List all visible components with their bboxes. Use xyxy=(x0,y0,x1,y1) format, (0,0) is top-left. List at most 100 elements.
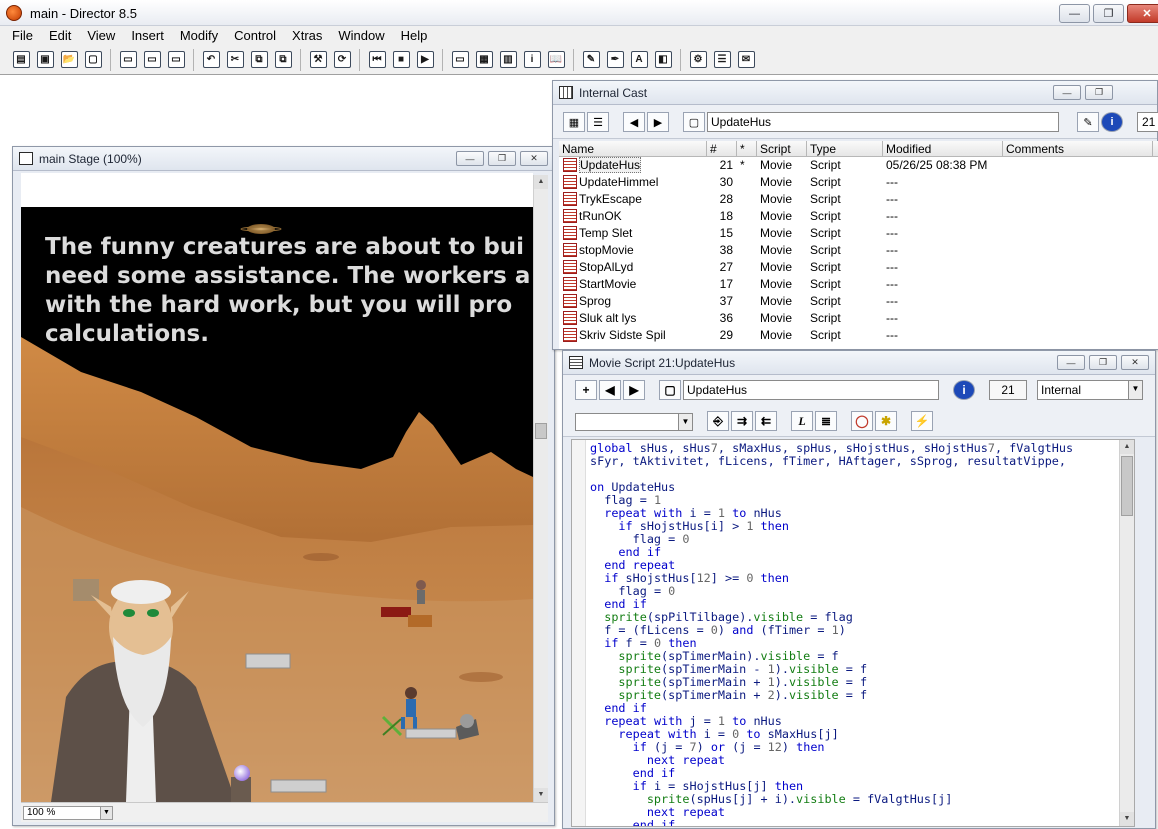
drag-member-icon[interactable]: ▢ xyxy=(659,380,681,400)
cast-row[interactable]: Sluk alt lys 36 Movie Script --- xyxy=(559,310,1158,327)
script-info-icon[interactable]: i xyxy=(953,380,975,400)
chevron-down-icon[interactable]: ▼ xyxy=(100,807,112,819)
alphabetical-lingo-icon[interactable]: ≣ xyxy=(815,411,837,431)
scroll-down-arrow[interactable]: ▼ xyxy=(534,788,548,802)
cast-minimize-button[interactable]: — xyxy=(1053,85,1081,100)
exchange-icon[interactable]: ⟳ xyxy=(331,49,353,71)
scroll-up-arrow[interactable]: ▲ xyxy=(534,175,548,189)
minimize-button[interactable]: — xyxy=(1059,4,1090,23)
previous-script-icon[interactable]: ◀ xyxy=(599,380,621,400)
scroll-thumb[interactable] xyxy=(1121,456,1133,516)
menu-view[interactable]: View xyxy=(79,28,123,43)
cast-member-name-field[interactable]: UpdateHus xyxy=(707,112,1059,132)
lingo-elements-icon[interactable]: L xyxy=(791,411,813,431)
undo-icon[interactable]: ↶ xyxy=(200,49,222,71)
menu-help[interactable]: Help xyxy=(393,28,436,43)
column-header-number[interactable]: # xyxy=(707,141,737,156)
script-maximize-button[interactable]: ❐ xyxy=(1089,355,1117,370)
handler-select[interactable]: ▼ xyxy=(575,413,693,431)
toggle-breakpoint-icon[interactable]: ◯ xyxy=(851,411,873,431)
script-editor[interactable]: global sHus, sHus7, sMaxHus, spHus, sHoj… xyxy=(571,439,1135,827)
save-icon[interactable]: ▭ xyxy=(117,49,139,71)
vector-icon[interactable]: ✒ xyxy=(604,49,626,71)
stage-maximize-button[interactable]: ❐ xyxy=(488,151,516,166)
column-header-modified-flag[interactable]: * xyxy=(737,141,757,156)
script-minimize-button[interactable]: — xyxy=(1057,355,1085,370)
new-cast-icon[interactable]: ▣ xyxy=(34,49,56,71)
cast-row[interactable]: UpdateHimmel 30 Movie Script --- xyxy=(559,174,1158,191)
cast-row[interactable]: Skriv Sidste Spil 29 Movie Script --- xyxy=(559,327,1158,344)
menu-edit[interactable]: Edit xyxy=(41,28,79,43)
scroll-down-arrow[interactable]: ▼ xyxy=(1120,812,1134,826)
next-member-icon[interactable]: ▶ xyxy=(647,112,669,132)
director-app-icon[interactable] xyxy=(6,5,22,21)
column-header-comments[interactable]: Comments xyxy=(1003,141,1153,156)
go-to-handler-icon[interactable]: ⎆ xyxy=(707,411,729,431)
maximize-button[interactable]: ❐ xyxy=(1093,4,1124,23)
cast-row[interactable]: TrykEscape 28 Movie Script --- xyxy=(559,191,1158,208)
previous-member-icon[interactable]: ◀ xyxy=(623,112,645,132)
play-icon[interactable]: ▶ xyxy=(414,49,436,71)
cast-row[interactable]: Temp Slet 15 Movie Script --- xyxy=(559,225,1158,242)
menu-modify[interactable]: Modify xyxy=(172,28,226,43)
cast-row[interactable]: UpdateHus 21 * Movie Script 05/26/25 08:38 PM xyxy=(559,157,1158,174)
shockwave-3d-icon[interactable]: ◧ xyxy=(652,49,674,71)
column-header-type[interactable]: Type xyxy=(807,141,883,156)
cast-icon[interactable]: ▦ xyxy=(473,49,495,71)
member-script-icon[interactable]: ✎ xyxy=(1077,112,1099,132)
menu-control[interactable]: Control xyxy=(226,28,284,43)
scroll-thumb[interactable] xyxy=(535,423,547,439)
script-window-icon[interactable]: ☰ xyxy=(711,49,733,71)
open-icon[interactable]: 📂 xyxy=(58,49,80,71)
menu-insert[interactable]: Insert xyxy=(123,28,172,43)
script-code[interactable]: global sHus, sHus7, sMaxHus, spHus, sHoj… xyxy=(590,442,1073,827)
comment-icon[interactable]: ⇉ xyxy=(731,411,753,431)
menu-file[interactable]: File xyxy=(4,28,41,43)
next-script-icon[interactable]: ▶ xyxy=(623,380,645,400)
script-name-field[interactable]: UpdateHus xyxy=(683,380,939,400)
script-close-button[interactable]: ✕ xyxy=(1121,355,1149,370)
close-button[interactable]: ✕ xyxy=(1127,4,1158,23)
column-header-name[interactable]: Name xyxy=(559,141,707,156)
score-icon[interactable]: ▥ xyxy=(497,49,519,71)
menu-xtras[interactable]: Xtras xyxy=(284,28,330,43)
cast-row[interactable]: tRunOK 18 Movie Script --- xyxy=(559,208,1158,225)
watch-expression-icon[interactable]: ✱ xyxy=(875,411,897,431)
cast-row[interactable]: StopAlLyd 27 Movie Script --- xyxy=(559,259,1158,276)
property-inspector-icon[interactable]: i xyxy=(521,49,543,71)
new-script-icon[interactable]: + xyxy=(575,380,597,400)
uncomment-icon[interactable]: ⇇ xyxy=(755,411,777,431)
recompile-scripts-icon[interactable]: ⚡ xyxy=(911,411,933,431)
column-header-script[interactable]: Script xyxy=(757,141,807,156)
menu-window[interactable]: Window xyxy=(330,28,392,43)
editor-vertical-scrollbar[interactable]: ▲ ▼ xyxy=(1119,440,1134,826)
paste-icon[interactable]: ⧉ xyxy=(272,49,294,71)
cast-row[interactable]: stopMovie 38 Movie Script --- xyxy=(559,242,1158,259)
scroll-up-arrow[interactable]: ▲ xyxy=(1120,440,1134,454)
zoom-select[interactable]: 100 % ▼ xyxy=(23,806,113,820)
behavior-inspector-icon[interactable]: ⚙ xyxy=(687,49,709,71)
text-icon[interactable]: A xyxy=(628,49,650,71)
stage-minimize-button[interactable]: — xyxy=(456,151,484,166)
stage-close-button[interactable]: ✕ xyxy=(520,151,548,166)
cast-row[interactable]: Sprog 37 Movie Script --- xyxy=(559,293,1158,310)
cast-member-number-field[interactable]: 21 xyxy=(1137,112,1158,132)
thumbnail-view-icon[interactable]: ▦ xyxy=(563,112,585,132)
import-icon[interactable]: ▢ xyxy=(82,49,104,71)
find-icon[interactable]: ⚒ xyxy=(307,49,329,71)
stage-icon[interactable]: ▭ xyxy=(449,49,471,71)
stop-icon[interactable]: ■ xyxy=(390,49,412,71)
message-window-icon[interactable]: ✉ xyxy=(735,49,757,71)
save-all-icon[interactable]: ▭ xyxy=(141,49,163,71)
stage-title-bar[interactable]: main Stage (100%) — ❐ ✕ xyxy=(13,147,554,171)
cast-library-select[interactable]: Internal ▼ xyxy=(1037,380,1143,400)
rewind-icon[interactable]: ⏮ xyxy=(366,49,388,71)
save-shockwave-icon[interactable]: ▭ xyxy=(165,49,187,71)
member-info-icon[interactable]: i xyxy=(1101,112,1123,132)
chevron-down-icon[interactable]: ▼ xyxy=(678,414,692,430)
cast-row[interactable]: StartMovie 17 Movie Script --- xyxy=(559,276,1158,293)
cast-title-bar[interactable]: Internal Cast — ❐ xyxy=(553,81,1157,105)
column-header-modified[interactable]: Modified xyxy=(883,141,1003,156)
new-movie-icon[interactable]: ▤ xyxy=(10,49,32,71)
library-icon[interactable]: 📖 xyxy=(545,49,567,71)
